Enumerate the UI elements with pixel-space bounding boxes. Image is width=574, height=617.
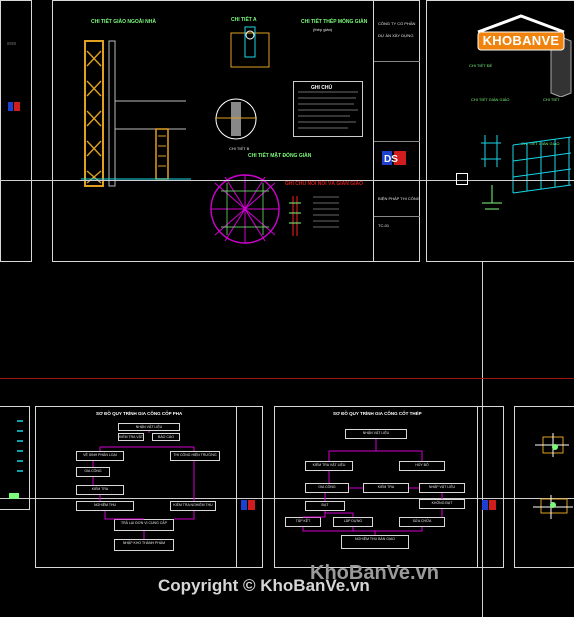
- sheet-bottom-far-right[interactable]: [514, 406, 574, 568]
- sheet-bottom-left[interactable]: [0, 406, 30, 510]
- scaffold-elevation-drawing: [81, 40, 191, 187]
- legend-drawing: [289, 196, 339, 236]
- detail-a-drawing: [230, 26, 270, 68]
- notes-title-2: GHI CHÚ NỐI NỐI VÀ GIÀN GIÀO: [285, 181, 364, 187]
- legend-symbols-drawing: [9, 420, 23, 499]
- title-block-divider: [374, 141, 420, 142]
- rebar-flow-connectors: [302, 439, 443, 535]
- title-block-drawing: BIỆN PHÁP THI CÔNG: [378, 196, 420, 201]
- title-block-bottom-middle: [236, 407, 262, 567]
- title-block-logo-icon: [241, 497, 255, 510]
- drawing-detail-b: CHI TIẾT B: [229, 146, 250, 151]
- detail-label-1: CHI TIẾT ĐẾ: [469, 63, 493, 68]
- red-axis-line: [0, 378, 574, 379]
- notes-text: ≡≡≡≡: [7, 41, 17, 46]
- crosshair-pickbox[interactable]: [456, 173, 468, 185]
- formwork-flow-connectors: [92, 431, 195, 539]
- title-block-company: CÔNG TY CỔ PHẦN: [378, 21, 416, 26]
- company-logo-icon: [8, 98, 20, 111]
- logo-text: KHOBANVE: [482, 33, 560, 48]
- notes-box: [293, 81, 363, 137]
- detail-label-3: CHI TIẾT: [543, 97, 560, 102]
- svg-text:DS: DS: [384, 154, 398, 165]
- drawing-title-bottom: CHI TIẾT MẶT ĐÓNG GIÀN: [248, 153, 312, 159]
- title-block-bottom-right: [477, 407, 503, 567]
- drawing-title-left: CHI TIẾT GIÀO NGOÀI NHÀ: [91, 19, 156, 25]
- drawing-title-right: CHI TIẾT THÉP MÓNG GIÀN: [301, 19, 368, 25]
- watermark-copyright: Copyright © KhoBanVe.vn: [158, 576, 370, 595]
- title-block: CÔNG TY CỔ PHẦN DỰ ÁN XÂY DỰNG DS BIỆN P…: [373, 1, 420, 261]
- title-block-divider: [374, 61, 420, 62]
- scaffold-plan-drawing: [210, 174, 280, 244]
- sheet-top-middle[interactable]: CÔNG TY CỔ PHẦN DỰ ÁN XÂY DỰNG DS BIỆN P…: [52, 0, 420, 262]
- sheet-bottom-right[interactable]: SƠ ĐỒ QUY TRÌNH GIA CÔNG CỐT THÉP NHẬN V…: [274, 406, 504, 568]
- scaffold-3d-drawing: [512, 136, 572, 194]
- detail-circle-drawing: [215, 98, 257, 140]
- khobanve-logo: KHOBANVE: [476, 14, 566, 54]
- joint-detail-drawing: [533, 433, 573, 519]
- detail-label-2: CHI TIẾT GIÀN GIÁO: [471, 97, 510, 102]
- drawing-title-mid: CHI TIẾT A: [231, 17, 257, 23]
- base-detail-drawing: [482, 185, 502, 210]
- title-block-logo-icon: DS: [382, 151, 406, 165]
- crosshair-horizontal: [0, 180, 574, 181]
- sheet-top-left[interactable]: ≡≡≡≡: [0, 0, 32, 262]
- title-block-sheet-no: TC-01: [378, 223, 390, 228]
- drawing-subtitle-right: (thép giàn): [313, 27, 333, 32]
- pipe-detail-drawing: [481, 135, 501, 167]
- title-block-logo-icon: [482, 497, 496, 510]
- sheet-bottom-middle[interactable]: SƠ ĐỒ QUY TRÌNH GIA CÔNG CỐP PHA NHẬN VẬ…: [35, 406, 263, 568]
- title-block-divider: [374, 216, 420, 217]
- title-block-project: DỰ ÁN XÂY DỰNG: [378, 33, 414, 38]
